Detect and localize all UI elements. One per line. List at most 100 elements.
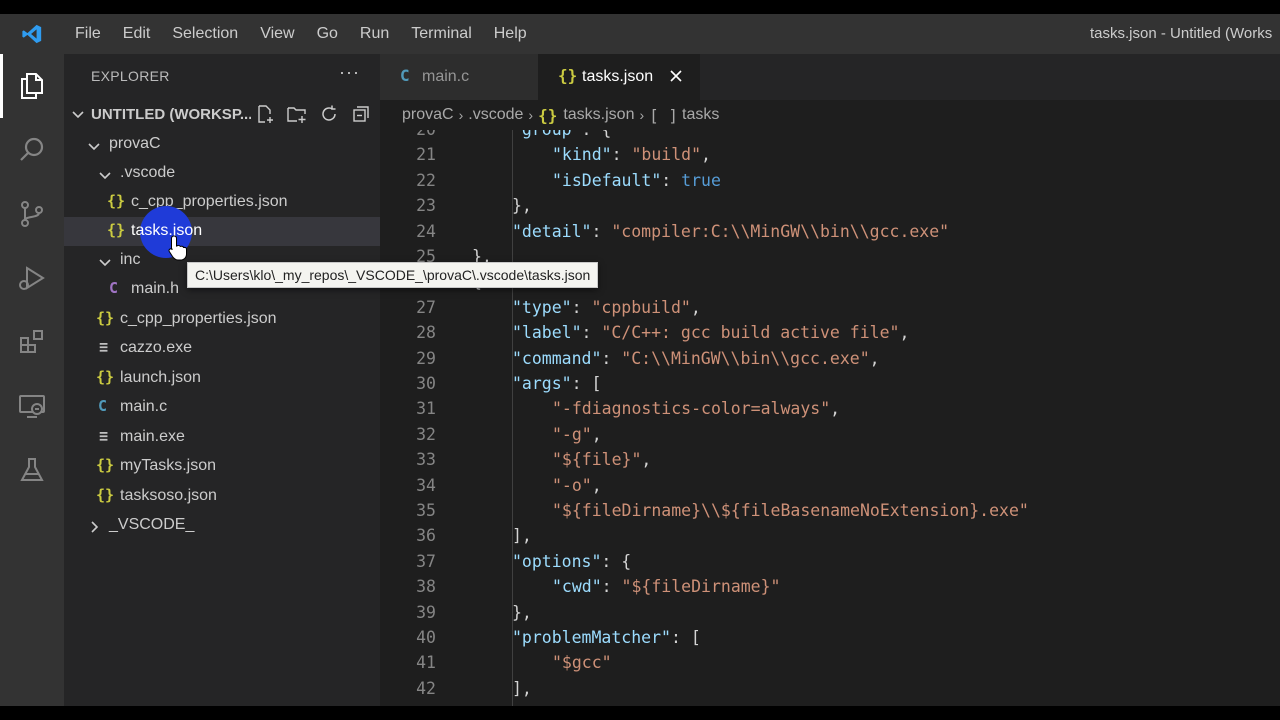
video-letterbox-top	[0, 0, 1280, 14]
window-title: tasks.json - Untitled (Works	[1090, 25, 1273, 42]
tree-file-tasks-json[interactable]: {} tasks.json	[64, 217, 380, 246]
breadcrumb-item[interactable]: provaC	[402, 106, 454, 124]
menu-selection[interactable]: Selection	[161, 14, 249, 54]
code-line[interactable]: 35 "${fileDirname}\\${fileBasenameNoExten…	[380, 501, 1280, 526]
menu-help[interactable]: Help	[483, 14, 538, 54]
line-number: 32	[416, 424, 436, 444]
line-number: 36	[416, 526, 436, 546]
code-line[interactable]: 42],	[380, 679, 1280, 704]
line-number: 38	[416, 577, 436, 597]
code-text: "-o",	[552, 475, 602, 495]
code-text: "options": {	[512, 551, 632, 571]
code-text: ],	[512, 678, 532, 698]
menu-terminal[interactable]: Terminal	[400, 14, 482, 54]
collapse-all-icon[interactable]	[350, 103, 372, 125]
code-line[interactable]: 31 "-fdiagnostics-color=always",	[380, 399, 1280, 424]
run-debug-icon[interactable]	[0, 246, 64, 310]
chevron-right-icon: ›	[528, 107, 534, 123]
breadcrumb-item[interactable]: .vscode	[468, 106, 523, 124]
video-letterbox-bottom	[0, 706, 1280, 720]
tree-file-c-cpp-properties-root[interactable]: {} c_cpp_properties.json	[64, 305, 380, 334]
explorer-icon[interactable]	[0, 54, 64, 118]
tree-folder-vscode[interactable]: .vscode	[64, 159, 380, 188]
editor-tab-bar: C main.c {} tasks.json	[380, 54, 1280, 100]
tree-item-label: main.exe	[120, 428, 185, 445]
code-line[interactable]: 33 "${file}",	[380, 450, 1280, 475]
code-text: "detail": "compiler:C:\\MinGW\\bin\\gcc.…	[512, 221, 950, 241]
menu-run[interactable]: Run	[349, 14, 400, 54]
tree-file-c-cpp-properties[interactable]: {} c_cpp_properties.json	[64, 188, 380, 217]
more-actions-icon[interactable]: ···	[339, 62, 360, 83]
code-line[interactable]: 22 "isDefault": true	[380, 171, 1280, 196]
code-line[interactable]: 38 "cwd": "${fileDirname}"	[380, 577, 1280, 602]
vscode-logo-icon	[0, 14, 64, 54]
code-line[interactable]: 20 "group": {	[380, 130, 1280, 145]
code-line[interactable]: 27 "type": "cppbuild",	[380, 298, 1280, 323]
new-folder-icon[interactable]	[286, 103, 308, 125]
code-line[interactable]: 36],	[380, 526, 1280, 551]
tab-tasks-json[interactable]: {} tasks.json	[538, 54, 700, 100]
tree-folder-vscode-root[interactable]: _VSCODE_	[64, 511, 380, 540]
chevron-down-icon	[97, 254, 113, 275]
chevron-down-icon	[86, 138, 102, 159]
menu-view[interactable]: View	[249, 14, 305, 54]
line-number: 31	[416, 399, 436, 419]
remote-explorer-icon[interactable]	[0, 374, 64, 438]
search-icon[interactable]	[0, 118, 64, 182]
close-icon[interactable]	[668, 68, 684, 89]
code-line[interactable]: 32 "-g",	[380, 425, 1280, 450]
code-line[interactable]: 40 "problemMatcher": [	[380, 628, 1280, 653]
code-text: "label": "C/C++: gcc build active file",	[512, 323, 910, 343]
code-text: "kind": "build",	[552, 145, 711, 165]
refresh-icon[interactable]	[318, 103, 340, 125]
tree-file-mytasks-json[interactable]: {} myTasks.json	[64, 452, 380, 481]
code-line[interactable]: 23},	[380, 196, 1280, 221]
code-line[interactable]: 28 "label": "C/C++: gcc build active file…	[380, 323, 1280, 348]
workspace-section-header[interactable]: UNTITLED (WORKSP...	[64, 99, 380, 129]
line-number: 29	[416, 348, 436, 368]
tree-item-label: myTasks.json	[120, 457, 217, 474]
tree-item-label: launch.json	[120, 369, 201, 386]
code-line[interactable]: 29 "command": "C:\\MinGW\\bin\\gcc.exe",	[380, 349, 1280, 374]
code-line[interactable]: 24 "detail": "compiler:C:\\MinGW\\bin\\gc…	[380, 222, 1280, 247]
binary-file-icon: ≡	[99, 338, 109, 356]
code-text: "command": "C:\\MinGW\\bin\\gcc.exe",	[512, 348, 880, 368]
code-line[interactable]: 37 "options": {	[380, 552, 1280, 577]
code-line[interactable]: 21 "kind": "build",	[380, 145, 1280, 170]
tree-item-label: .vscode	[120, 164, 176, 181]
menu-go[interactable]: Go	[306, 14, 349, 54]
line-number: 37	[416, 551, 436, 571]
code-editor[interactable]: 20 "group": {21 "kind": "build", 22 "isDefau…	[380, 130, 1280, 706]
code-text: "-fdiagnostics-color=always",	[552, 399, 841, 419]
tree-item-label: _VSCODE_	[109, 516, 195, 533]
breadcrumb-item[interactable]: tasks.json	[563, 106, 634, 124]
code-text: "args": [	[512, 374, 602, 393]
tab-label: main.c	[422, 68, 470, 85]
extensions-icon[interactable]	[0, 310, 64, 374]
chevron-right-icon	[86, 519, 102, 540]
code-line[interactable]: 30 "args": [	[380, 374, 1280, 399]
code-text: ],	[512, 526, 532, 546]
chevron-right-icon: ›	[639, 107, 645, 123]
tree-folder-provac[interactable]: provaC	[64, 130, 380, 159]
tab-main-c[interactable]: C main.c	[380, 54, 538, 100]
code-line[interactable]: 34 "-o",	[380, 476, 1280, 501]
testing-icon[interactable]	[0, 438, 64, 502]
json-file-icon: {}	[96, 486, 115, 504]
tree-file-cazzo-exe[interactable]: ≡ cazzo.exe	[64, 334, 380, 363]
code-line[interactable]: 41 "$gcc"	[380, 653, 1280, 678]
code-text: "problemMatcher": [	[512, 628, 701, 647]
tree-file-tasksoso-json[interactable]: {} tasksoso.json	[64, 482, 380, 511]
tree-file-launch-json[interactable]: {} launch.json	[64, 364, 380, 393]
code-text: "${file}",	[552, 450, 652, 470]
source-control-icon[interactable]	[0, 182, 64, 246]
menu-edit[interactable]: Edit	[112, 14, 162, 54]
tree-file-main-exe[interactable]: ≡ main.exe	[64, 423, 380, 452]
breadcrumb-item[interactable]: tasks	[682, 106, 719, 124]
menu-file[interactable]: File	[64, 14, 112, 54]
line-number: 35	[416, 501, 436, 520]
tree-file-main-c[interactable]: C main.c	[64, 393, 380, 422]
line-number: 42	[416, 678, 436, 698]
new-file-icon[interactable]	[254, 103, 276, 125]
code-line[interactable]: 39},	[380, 603, 1280, 628]
